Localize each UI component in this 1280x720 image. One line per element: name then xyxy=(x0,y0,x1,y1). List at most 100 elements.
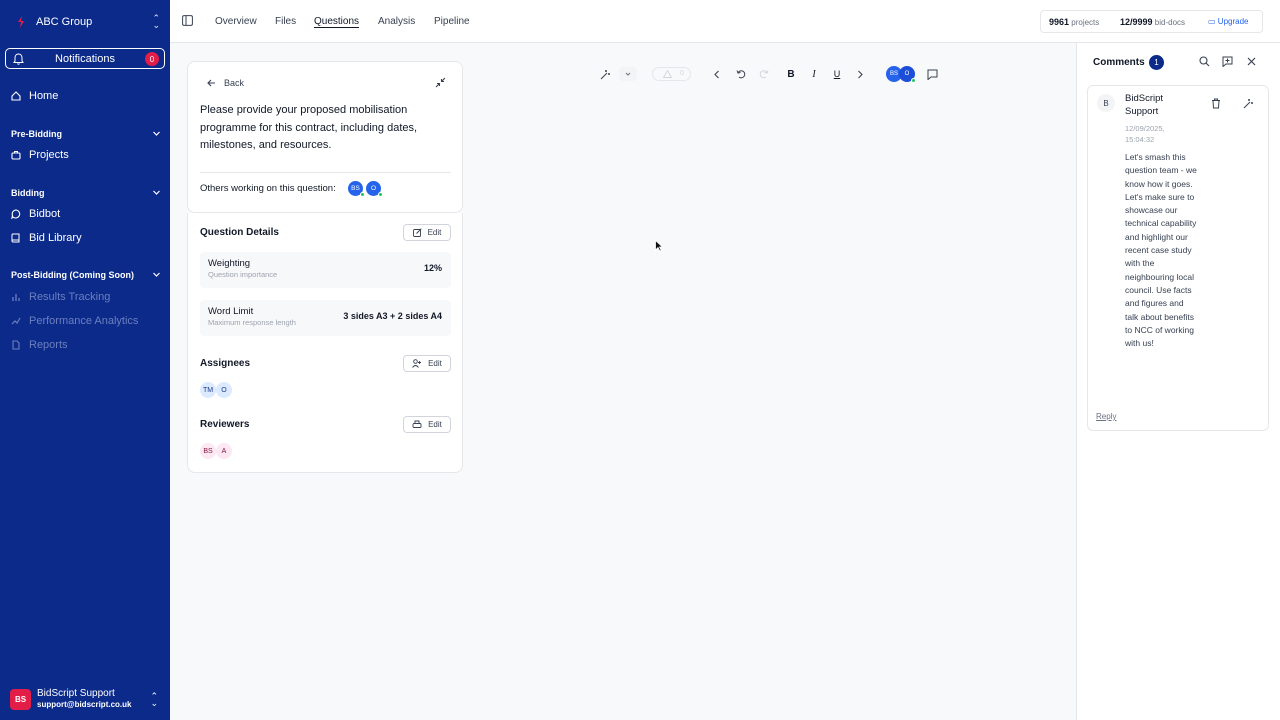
avatar: BS xyxy=(10,689,31,710)
online-indicator xyxy=(378,192,383,197)
comments-count-badge: 1 xyxy=(1149,55,1164,70)
tab-analysis[interactable]: Analysis xyxy=(378,16,415,27)
reviewer-avatar: BS xyxy=(200,443,216,459)
sidebar-item-label: Bid Library xyxy=(29,232,82,244)
others-working-label: Others working on this question: xyxy=(200,183,336,194)
bid-docs-count: 12/9999 xyxy=(1120,17,1153,27)
edit-reviewers-button[interactable]: Edit xyxy=(403,416,451,433)
search-icon[interactable] xyxy=(1199,56,1210,67)
back-label: Back xyxy=(224,78,245,88)
chevron-up-down-icon: ⌃ ⌄ xyxy=(152,13,160,30)
tab-pipeline[interactable]: Pipeline xyxy=(434,16,470,27)
undo-icon xyxy=(736,70,746,79)
user-email: support@bidscript.co.uk xyxy=(37,700,132,709)
online-indicator xyxy=(360,192,365,197)
assignee-avatar: TM xyxy=(200,382,216,398)
mouse-cursor-icon xyxy=(655,240,663,252)
magic-wand-icon xyxy=(600,69,610,79)
sidebar-toggle-icon[interactable] xyxy=(182,15,193,26)
edit-details-button[interactable]: Edit xyxy=(403,224,451,241)
sidebar-item-results-tracking: Results Tracking xyxy=(11,291,110,303)
comment-author: BidScript Support xyxy=(1125,93,1164,117)
sidebar-item-bidbot[interactable]: Bidbot xyxy=(11,208,60,220)
edit-assignees-button[interactable]: Edit xyxy=(403,355,451,372)
bold-button[interactable]: B xyxy=(783,66,799,82)
word-limit-label: Word Limit xyxy=(208,306,254,317)
undo-button[interactable] xyxy=(733,66,749,82)
section-post-bidding[interactable]: Post-Bidding (Coming Soon) xyxy=(11,270,161,280)
section-label: Post-Bidding (Coming Soon) xyxy=(11,270,134,280)
user-menu[interactable]: BS BidScript Support support@bidscript.c… xyxy=(10,688,162,710)
sidebar-item-label: Reports xyxy=(29,339,68,351)
org-switcher[interactable]: ABC Group ⌃ ⌄ xyxy=(16,14,162,30)
org-name: ABC Group xyxy=(36,16,93,28)
next-button[interactable] xyxy=(852,66,868,82)
back-button[interactable]: Back xyxy=(207,78,244,88)
previous-button[interactable] xyxy=(709,66,725,82)
document-icon xyxy=(12,340,20,350)
comments-toggle-button[interactable] xyxy=(924,66,940,82)
chevron-down-icon xyxy=(625,72,631,76)
usage-quota: 9961 projects 12/9999 bid-docs ▭ Upgrade xyxy=(1040,10,1263,33)
sidebar-item-home[interactable]: Home xyxy=(11,90,58,102)
sidebar-item-reports: Reports xyxy=(11,339,68,351)
bell-icon xyxy=(13,53,24,65)
word-limit-sub: Maximum response length xyxy=(208,318,296,327)
trash-icon[interactable] xyxy=(1211,98,1221,109)
projects-count: 9961 xyxy=(1049,17,1070,27)
assignees-title: Assignees xyxy=(200,358,251,369)
projects-label: projects xyxy=(1071,18,1100,27)
upgrade-link[interactable]: ▭ Upgrade xyxy=(1208,17,1248,26)
tab-questions[interactable]: Questions xyxy=(314,16,359,27)
reply-link[interactable]: Reply xyxy=(1096,412,1116,421)
chevron-up-down-icon: ⌃ ⌄ xyxy=(150,691,158,708)
sidebar-item-projects[interactable]: Projects xyxy=(11,149,69,161)
notifications-button[interactable]: Notifications 0 xyxy=(5,48,165,69)
collaborator-avatar: BS xyxy=(348,181,365,197)
online-indicator xyxy=(911,78,916,83)
briefcase-icon xyxy=(11,151,21,160)
magic-wand-icon[interactable] xyxy=(1243,98,1254,109)
tab-files[interactable]: Files xyxy=(275,16,296,27)
chevron-down-icon xyxy=(153,190,160,195)
tab-overview[interactable]: Overview xyxy=(215,16,257,27)
question-text: Please provide your proposed mobilisatio… xyxy=(200,104,418,151)
bold-icon: B xyxy=(787,68,795,80)
redo-button[interactable] xyxy=(756,66,772,82)
logo-icon xyxy=(18,16,24,28)
divider xyxy=(200,172,451,173)
sidebar: ABC Group ⌃ ⌄ Notifications 0 Home Pre-Bi… xyxy=(0,0,170,720)
ai-dropdown-button[interactable] xyxy=(619,67,637,81)
user-plus-icon xyxy=(412,359,422,368)
message-square-icon xyxy=(927,69,937,80)
section-label: Pre-Bidding xyxy=(11,129,62,139)
add-comment-icon[interactable] xyxy=(1222,56,1233,67)
sidebar-item-label: Bidbot xyxy=(29,208,61,220)
underline-button[interactable]: U xyxy=(829,66,845,82)
close-icon[interactable] xyxy=(1246,56,1257,67)
sidebar-item-label: Home xyxy=(29,90,59,102)
comment-timestamp: 12/09/2025, 15:04:32 xyxy=(1125,124,1165,144)
warnings-pill[interactable]: 0 xyxy=(652,67,691,81)
question-details-title: Question Details xyxy=(200,227,279,238)
chevron-right-icon xyxy=(858,70,863,78)
notifications-label: Notifications xyxy=(55,52,115,65)
comment-avatar: B xyxy=(1097,94,1115,112)
upgrade-label: Upgrade xyxy=(1217,17,1249,26)
edit-label: Edit xyxy=(428,359,442,368)
comment-body: Let's smash this question team - we know… xyxy=(1125,152,1197,349)
collapse-icon[interactable] xyxy=(435,77,446,88)
section-bidding[interactable]: Bidding xyxy=(11,188,161,198)
bid-docs-label: bid-docs xyxy=(1154,18,1186,27)
weighting-sub: Question importance xyxy=(208,270,278,279)
edit-label: Edit xyxy=(427,228,442,237)
word-limit-row: Word Limit Maximum response length 3 sid… xyxy=(200,300,451,336)
italic-button[interactable]: I xyxy=(806,66,822,82)
collaborator-initials: O xyxy=(370,185,377,192)
chevron-down-icon xyxy=(153,131,160,136)
sidebar-item-bid-library[interactable]: Bid Library xyxy=(11,232,82,244)
book-icon xyxy=(11,233,20,243)
section-pre-bidding[interactable]: Pre-Bidding xyxy=(11,129,161,139)
projects-usage: 9961 projects xyxy=(1049,17,1099,27)
ai-sparkle-button[interactable] xyxy=(597,66,613,82)
